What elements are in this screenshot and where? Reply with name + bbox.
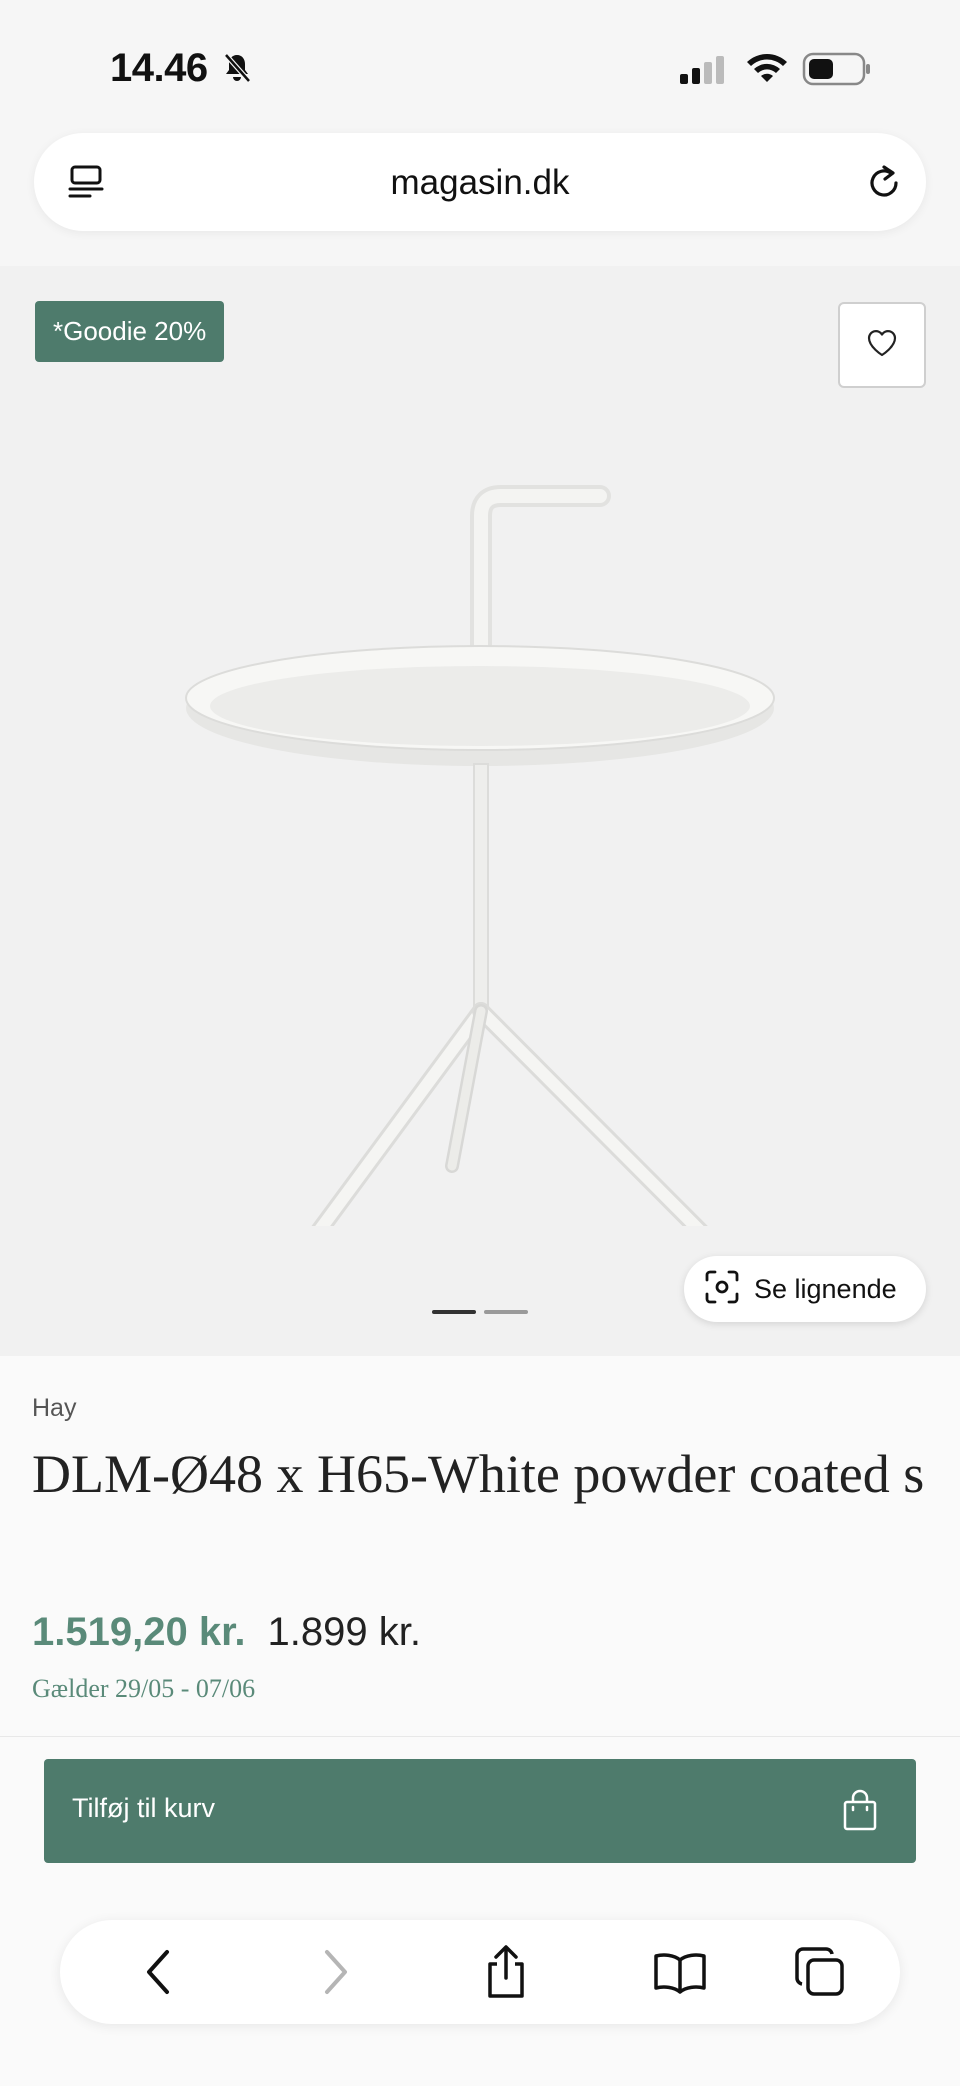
shopping-bag-icon — [840, 1789, 880, 1838]
reload-icon[interactable] — [862, 161, 906, 210]
battery-icon — [802, 52, 872, 91]
bookmarks-button[interactable] — [650, 1946, 710, 2002]
tabs-icon — [794, 1946, 846, 2003]
forward-icon — [321, 1948, 351, 2001]
price-row: 1.519,20 kr. 1.899 kr. — [32, 1610, 421, 1655]
sale-price: 1.519,20 kr. — [32, 1610, 246, 1654]
back-icon — [143, 1948, 173, 2001]
share-button[interactable] — [476, 1944, 536, 2005]
add-to-cart-button[interactable]: Tilføj til kurv — [44, 1759, 916, 1863]
carousel-dot-1[interactable] — [432, 1310, 476, 1314]
promo-badge: *Goodie 20% — [35, 301, 225, 362]
add-to-cart-label: Tilføj til kurv — [72, 1793, 215, 1823]
wishlist-button[interactable] — [838, 302, 926, 388]
original-price: 1.899 kr. — [267, 1610, 421, 1654]
status-bar: 14.46 — [0, 0, 960, 130]
carousel-indicator[interactable] — [432, 1310, 528, 1314]
back-button[interactable] — [128, 1946, 188, 2002]
carousel-dot-2[interactable] — [484, 1310, 528, 1314]
product-info: Hay DLM-Ø48 x H65-White powder coated s … — [0, 1356, 960, 1736]
offer-validity: Gælder 29/05 - 07/06 — [32, 1674, 256, 1703]
url-text[interactable]: magasin.dk — [34, 163, 926, 203]
product-image-carousel[interactable]: *Goodie 20% Se lignende — [0, 266, 960, 1356]
cart-panel: Tilføj til kurv — [0, 1736, 960, 2086]
product-title: DLM-Ø48 x H65-White powder coated s — [32, 1444, 925, 1504]
wifi-icon — [744, 50, 790, 91]
product-photo — [150, 366, 810, 1293]
similar-items-label: Se lignende — [754, 1273, 897, 1304]
address-bar[interactable]: magasin.dk — [34, 133, 926, 231]
tabs-button[interactable] — [790, 1946, 850, 2002]
forward-button[interactable] — [306, 1946, 366, 2002]
mute-bell-icon — [222, 52, 252, 89]
visual-search-icon — [704, 1269, 740, 1310]
product-brand[interactable]: Hay — [32, 1394, 76, 1423]
bookmarks-icon — [652, 1950, 708, 1999]
status-time: 14.46 — [110, 46, 208, 90]
heart-icon — [866, 328, 898, 363]
browser-toolbar — [60, 1920, 900, 2024]
cellular-signal-icon — [678, 54, 728, 91]
share-icon — [482, 1944, 530, 2005]
similar-items-button[interactable]: Se lignende — [684, 1256, 926, 1322]
